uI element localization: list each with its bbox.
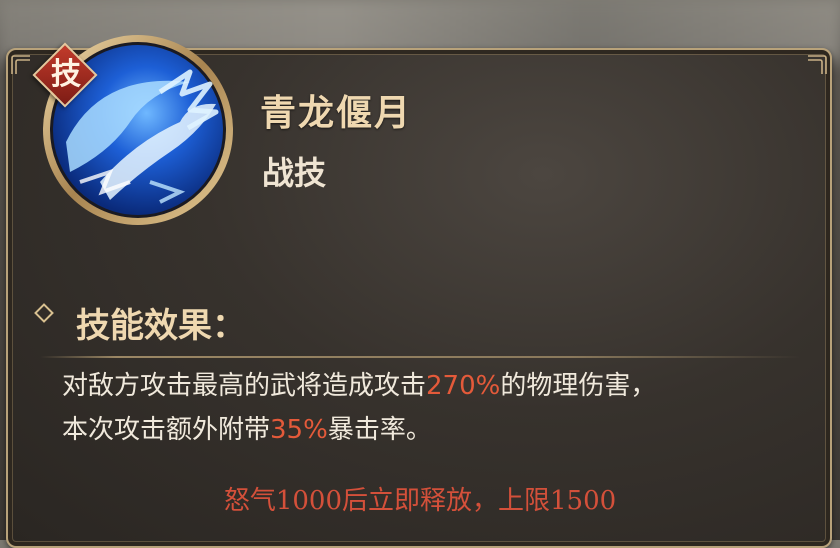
corner-ornament-right: [808, 55, 827, 74]
skill-category-badge: 技: [32, 42, 98, 108]
rage-requirement: 怒气1000后立即释放，上限1500: [223, 486, 617, 516]
description-line-1: 对敌方攻击最高的武将造成攻击270%的物理伤害，: [62, 364, 802, 408]
effect-section-title: 技能效果：: [76, 306, 246, 346]
crit-percent: 35%: [270, 415, 328, 445]
skill-description: 对敌方攻击最高的武将造成攻击270%的物理伤害， 本次攻击额外附带35%暴击率。: [62, 364, 802, 452]
desc-text: 对敌方攻击最高的武将造成攻击: [62, 371, 427, 401]
skill-name: 青龙偃月: [260, 92, 413, 134]
badge-label: 技: [51, 57, 81, 92]
desc-text: 暴击率。: [327, 415, 432, 445]
desc-text: 的物理伤害，: [500, 371, 657, 401]
desc-text: 本次攻击额外附带: [62, 415, 271, 445]
corner-ornament-left: [11, 55, 30, 74]
description-line-2: 本次攻击额外附带35%暴击率。: [62, 408, 802, 452]
skill-type: 战技: [262, 154, 327, 192]
damage-percent: 270%: [426, 371, 501, 401]
section-divider: [40, 356, 800, 358]
